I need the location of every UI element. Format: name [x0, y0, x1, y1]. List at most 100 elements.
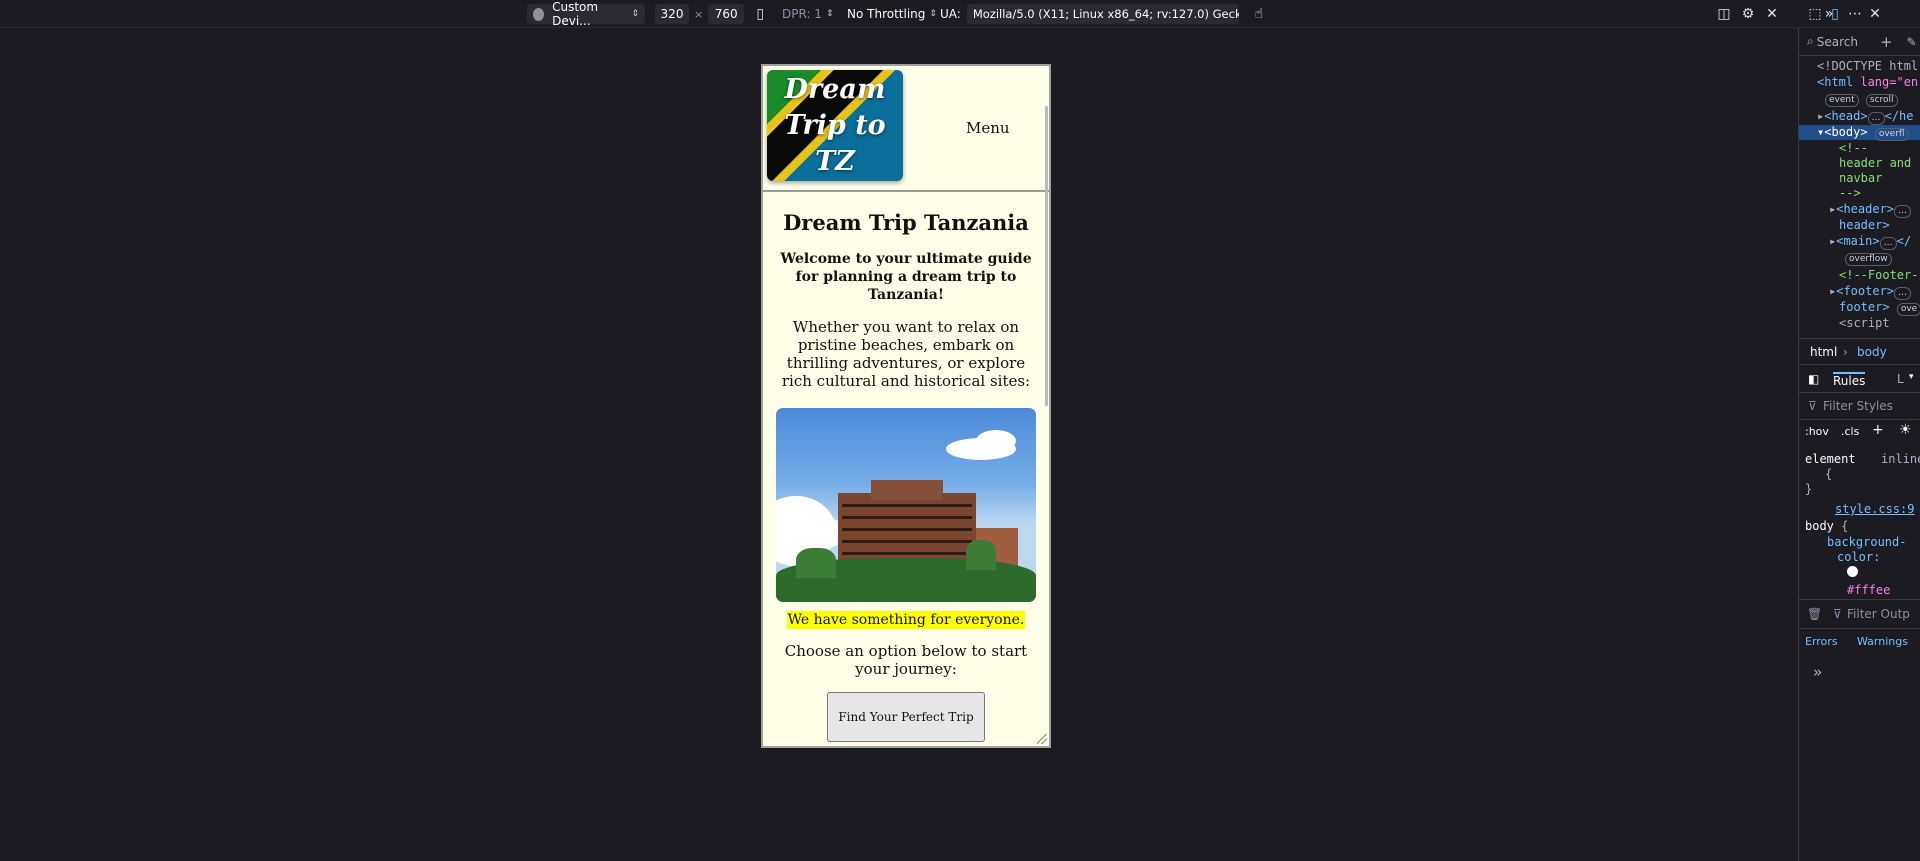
viewport-width-input[interactable]: 320 [655, 4, 689, 24]
console-prompt-icon[interactable]: » [1813, 665, 1822, 680]
device-selector-label: Custom Devi... [552, 0, 599, 28]
event-badge[interactable]: event [1825, 94, 1859, 107]
main-close-tag: </ [1896, 234, 1912, 248]
add-node-icon[interactable]: + [1880, 33, 1893, 51]
viewport-height-input[interactable]: 760 [708, 4, 745, 24]
comment-text-1: header and [1839, 156, 1912, 170]
overflow-badge-footer[interactable]: ove [1896, 303, 1920, 316]
overflow-badge[interactable]: overfl [1874, 128, 1909, 141]
more-options-icon[interactable]: ⋯ [1845, 4, 1865, 24]
tab-layout[interactable]: L [1897, 372, 1904, 386]
element-label: element [1805, 452, 1856, 466]
hover-state-toggle[interactable]: :hov [1805, 425, 1829, 438]
breadcrumb: html › body [1799, 338, 1920, 364]
inspector-toolbar: ⌕ Search + ✎ [1799, 28, 1920, 56]
settings-gear-icon[interactable]: ⚙ [1738, 4, 1758, 24]
site-header: Dream Trip to TZ Menu [763, 66, 1049, 192]
color-property: color: [1837, 550, 1881, 564]
devtools-panel: ⌕ Search + ✎ <!DOCTYPE html <html lang="… [1798, 28, 1920, 861]
menu-link[interactable]: Menu [966, 119, 1010, 137]
search-html-input[interactable]: Search [1817, 35, 1858, 49]
color-value: #fffee [1847, 583, 1891, 597]
warnings-filter[interactable]: Warnings [1857, 635, 1908, 648]
rotate-viewport-icon[interactable]: ▯ [750, 4, 770, 24]
filter-icon: ⊽ [1808, 399, 1817, 413]
tab-rules[interactable]: Rules [1833, 372, 1866, 388]
breadcrumb-body[interactable]: body [1857, 345, 1887, 359]
footer-node[interactable]: ▸<footer>… [1829, 284, 1912, 300]
logo-text: Dream Trip to TZ [784, 73, 886, 177]
console-toolbar: 🗑 ⊽ Filter Outp [1799, 599, 1920, 628]
class-toggle[interactable]: .cls [1841, 425, 1859, 438]
toggle-pane-icon[interactable]: ◧ [1808, 372, 1819, 386]
head-close-tag: </he [1884, 109, 1914, 123]
stylesheet-link[interactable]: style.css:9 [1835, 502, 1914, 517]
chevron-down-icon[interactable]: ▾ [1909, 372, 1914, 382]
filter-styles-input[interactable]: Filter Styles [1823, 399, 1893, 413]
filter-styles-bar: ⊽ Filter Styles [1799, 392, 1920, 419]
find-your-perfect-trip-button[interactable]: Find Your Perfect Trip [827, 692, 985, 742]
site-logo[interactable]: Dream Trip to TZ [767, 70, 903, 181]
body-rule-selector: body { [1805, 519, 1848, 534]
tagline-highlight: We have something for everyone. [786, 611, 1026, 629]
touch-simulation-icon[interactable]: ☝ [1249, 4, 1269, 24]
search-icon: ⌕ [1807, 34, 1814, 48]
throttling-label: No Throttling [847, 7, 926, 21]
site-main: Dream Trip Tanzania Welcome to your ulti… [763, 194, 1049, 746]
firefox-icon [533, 7, 545, 21]
script-node[interactable]: <script [1839, 316, 1890, 331]
filter-icon: ⊽ [1833, 607, 1842, 621]
add-rule-icon[interactable]: + [1872, 422, 1884, 438]
comment-close: --> [1839, 186, 1861, 200]
emulated-viewport: Dream Trip to TZ Menu Dream Trip Tanzani… [761, 64, 1051, 748]
head-node[interactable]: ▸<head>… </he [1817, 109, 1914, 125]
device-selector[interactable]: Custom Devi... ⇕ [527, 0, 645, 28]
lang-attribute: lang="en [1860, 75, 1919, 89]
element-rule: element [1805, 452, 1856, 467]
comment-open: <!-- [1839, 141, 1868, 155]
hotel-hero-image [776, 408, 1036, 602]
scroll-badge[interactable]: scroll [1865, 94, 1898, 107]
breadcrumb-html[interactable]: html [1810, 345, 1837, 359]
user-agent-input[interactable]: Mozilla/5.0 (X11; Linux x86_64; rv:127.0… [966, 4, 1239, 24]
footer-tag: <footer> [1836, 284, 1895, 298]
dpr-selector[interactable]: DPR: 1 ⇕ [782, 0, 833, 28]
expand-panels-icon[interactable]: » [1819, 4, 1839, 24]
color-swatch[interactable] [1847, 566, 1858, 581]
overflow-badge-main[interactable]: overflow [1845, 253, 1892, 266]
background-property: background- [1827, 535, 1907, 549]
intro-text: Whether you want to relax on pristine be… [781, 318, 1031, 390]
light-theme-icon[interactable]: ☀ [1899, 422, 1912, 438]
filter-output-input[interactable]: Filter Outp [1847, 607, 1910, 621]
footer-close-line: footer> ove [1839, 300, 1920, 316]
header-node[interactable]: ▸<header>… [1829, 202, 1912, 218]
html-badges: event scroll [1825, 91, 1898, 107]
errors-filter[interactable]: Errors [1805, 635, 1838, 648]
viewport-scrollbar[interactable] [1045, 106, 1048, 406]
inline-label: inline [1881, 452, 1920, 466]
element-brace-open: { [1825, 467, 1833, 481]
close-icon[interactable]: ✕ [1762, 4, 1782, 24]
body-node[interactable]: ▾<body> overfl [1817, 125, 1909, 141]
head-tag: <head> [1824, 109, 1868, 123]
chevron-down-icon: ⇕ [631, 9, 639, 19]
welcome-text: Welcome to your ultimate guide for plann… [780, 251, 1032, 303]
chevron-down-icon: ⇕ [825, 9, 834, 19]
console-level-filters: Errors Warnings [1799, 628, 1920, 655]
html-node[interactable]: <html lang="en [1817, 75, 1918, 90]
footer-comment: <!--Footer- [1839, 268, 1919, 282]
trash-icon[interactable]: 🗑 [1807, 607, 1822, 621]
page-title: Dream Trip Tanzania [783, 210, 1029, 235]
sidebar-tabs: ◧ Rules L ▾ [1799, 364, 1920, 392]
throttling-selector[interactable]: No Throttling ⇕ [847, 0, 937, 28]
rules-toolbar: :hov .cls + ☀ [1799, 419, 1920, 443]
main-node[interactable]: ▸<main>… </ [1829, 234, 1911, 250]
user-agent-label: UA: [940, 7, 961, 21]
dimension-separator: × [694, 7, 704, 21]
resize-handle[interactable] [1037, 734, 1047, 744]
screenshot-icon[interactable]: ◫ [1714, 4, 1734, 24]
header-tag: <header> [1836, 202, 1895, 216]
doctype-node[interactable]: <!DOCTYPE html [1817, 59, 1918, 74]
close-devtools-icon[interactable]: ✕ [1865, 4, 1885, 24]
eyedropper-icon[interactable]: ✎ [1907, 35, 1917, 49]
